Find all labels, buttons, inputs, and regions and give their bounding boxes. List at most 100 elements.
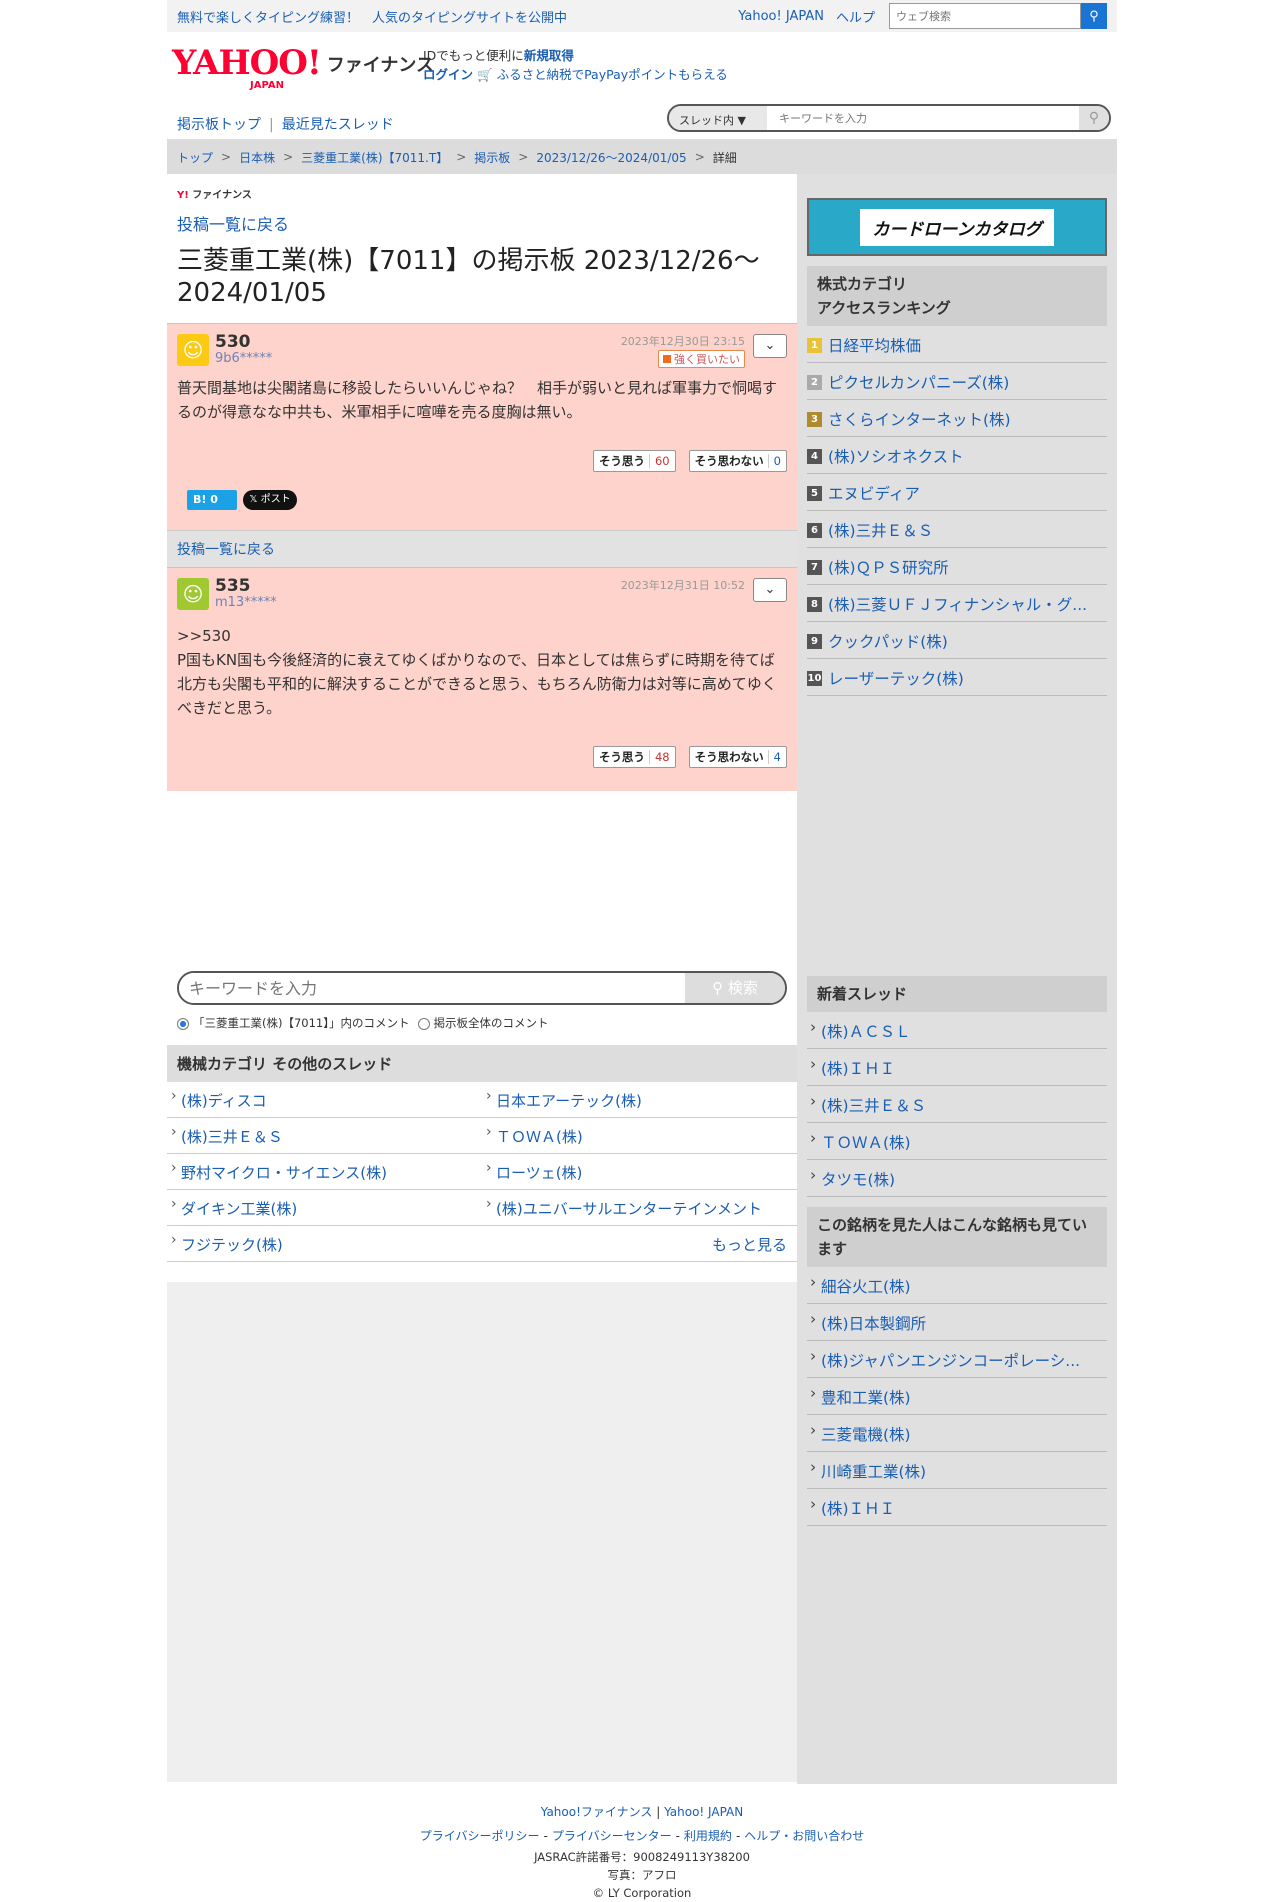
yahoo-japan-link[interactable]: Yahoo! JAPAN [738,9,824,24]
post-number[interactable]: 530 [215,332,251,352]
ranking-item[interactable]: 10 レーザーテック(株) [807,659,1107,696]
hatena-bookmark-button[interactable]: B! 0 [187,490,237,510]
furusato-link[interactable]: ふるさと納税でPayPayポイントもらえる [497,67,728,82]
sidebar: カードローンカタログ 株式カテゴリ アクセスランキング 1 日経平均株価 2 ピクセル… [797,174,1117,1784]
ranking-item[interactable]: 2 ピクセルカンパニーズ(株) [807,363,1107,400]
category-thread-item[interactable]: (株)ユニバーサルエンターテインメント [482,1190,797,1226]
category-thread-item[interactable]: ダイキン工業(株) [167,1190,482,1226]
bc-stock[interactable]: 三菱重工業(株)【7011.T】 [301,149,448,166]
category-thread-item[interactable]: 野村マイクロ・サイエンス(株) [167,1154,482,1190]
related-item[interactable]: (株)ジャパンエンジンコーポレーシ... [807,1341,1107,1378]
footer-yj-link[interactable]: Yahoo! JAPAN [664,1805,743,1819]
header: YAHOO! JAPAN ファイナンス IDでもっと便利に新規取得 ログイン 🛒… [167,32,1117,91]
logo-text: YAHOO! [172,43,322,83]
ranking-item[interactable]: 4 (株)ソシオネクスト [807,437,1107,474]
related-item[interactable]: 細谷火工(株) [807,1267,1107,1304]
web-search-input[interactable] [889,3,1081,29]
ad-placeholder [167,1282,797,1782]
search-icon: ⚲ [1088,110,1100,126]
new-thread-item[interactable]: ＴＯＷＡ(株) [807,1123,1107,1160]
related-item[interactable]: (株)ＩＨＩ [807,1489,1107,1526]
bc-board[interactable]: 掲示板 [474,149,510,166]
new-threads-heading: 新着スレッド [807,976,1107,1012]
privacy-center-link[interactable]: プライバシーセンター [552,1829,672,1843]
radio-all-boards[interactable]: 掲示板全体のコメント [417,1015,549,1031]
category-thread-item[interactable]: 日本エアーテック(株) [482,1082,797,1118]
thread-search-button[interactable]: ⚲ [1079,106,1109,130]
bc-top[interactable]: トップ [177,149,213,166]
footer-finance-link[interactable]: Yahoo!ファイナンス [541,1805,653,1819]
card-loan-banner[interactable]: カードローンカタログ [807,198,1107,256]
avatar: ☺ [177,334,209,366]
bc-detail: 詳細 [712,150,737,165]
new-thread-item[interactable]: (株)三井Ｅ＆Ｓ [807,1086,1107,1123]
category-thread-item[interactable]: フジテック(株) [167,1226,482,1262]
signup-link[interactable]: 新規取得 [524,48,574,63]
post-number[interactable]: 535 [215,576,251,596]
recent-threads-link[interactable]: 最近見たスレッド [282,117,394,133]
id-prefix: IDでもっと便利に [423,48,524,63]
category-thread-item[interactable]: ＴＯＷＡ(株) [482,1118,797,1154]
login-link[interactable]: ログイン [423,67,473,82]
post-530: ☺ 530 9b6***** 2023年12月30日 23:15 ⌄ 強く買いた… [167,323,797,530]
agree-button[interactable]: そう思う 48 [592,746,676,768]
board-top-link[interactable]: 掲示板トップ [177,117,261,133]
breadcrumb: トップ > 日本株 > 三菱重工業(株)【7011.T】 > 掲示板 > 2023/12… [167,140,1117,174]
more-link[interactable]: もっと見る [482,1226,797,1262]
comment-search-button[interactable]: ⚲ 検索 [685,973,785,1003]
thread-search-input[interactable] [767,106,1079,130]
related-item[interactable]: 三菱電機(株) [807,1415,1107,1452]
post-menu-button[interactable]: ⌄ [753,334,787,358]
related-heading: この銘柄を見た人はこんな銘柄も見ています [807,1207,1107,1267]
search-icon: ⚲ [1089,8,1099,23]
ranking-heading: 株式カテゴリ アクセスランキング [807,266,1107,326]
top-bar: 無料で楽しくタイピング練習！ 人気のタイピングサイトを公開中 Yahoo! JA… [167,0,1117,32]
scope-select[interactable]: スレッド内 ▼ [669,106,767,130]
x-post-button[interactable]: 𝕏 ポスト [243,490,297,510]
chevron-down-icon: ⌄ [764,582,776,597]
new-thread-item[interactable]: タツモ(株) [807,1160,1107,1197]
new-threads-list: (株)ＡＣＳＬ (株)ＩＨＩ (株)三井Ｅ＆Ｓ ＴＯＷＡ(株) タツモ(株) [807,1012,1107,1197]
ranking-item[interactable]: 1 日経平均株価 [807,326,1107,363]
ranking-item[interactable]: 9 クックパッド(株) [807,622,1107,659]
ranking-item[interactable]: 3 さくらインターネット(株) [807,400,1107,437]
related-item[interactable]: (株)日本製鋼所 [807,1304,1107,1341]
agree-button[interactable]: そう思う 60 [592,450,676,472]
ranking-item[interactable]: 7 (株)ＱＰＳ研究所 [807,548,1107,585]
disagree-button[interactable]: そう思わない 4 [688,746,787,768]
privacy-link[interactable]: プライバシーポリシー [420,1829,540,1843]
post-menu-button[interactable]: ⌄ [753,578,787,602]
jasrac: JASRAC許諾番号：9008249113Y38200 [534,1850,750,1864]
category-thread-item[interactable]: (株)ディスコ [167,1082,482,1118]
yahoo-finance-logo[interactable]: YAHOO! JAPAN ファイナンス [172,43,434,91]
help-contact-link[interactable]: ヘルプ・お問い合わせ [744,1829,864,1843]
ranking-item[interactable]: 5 エヌビディア [807,474,1107,511]
category-thread-item[interactable]: (株)三井Ｅ＆Ｓ [167,1118,482,1154]
mini-logo: Y! ファイナンス [177,190,252,201]
main-column: Y! ファイナンス 投稿一覧に戻る 三菱重工業(株)【7011】の掲示板 202… [167,174,797,1784]
bc-jp-stocks[interactable]: 日本株 [239,149,275,166]
post-user[interactable]: 9b6***** [215,351,272,366]
ranking-item[interactable]: 8 (株)三菱ＵＦＪフィナンシャル・グ... [807,585,1107,622]
related-item[interactable]: 豊和工業(株) [807,1378,1107,1415]
help-link[interactable]: ヘルプ [836,7,875,26]
ranking-item[interactable]: 6 (株)三井Ｅ＆Ｓ [807,511,1107,548]
reply-anchor[interactable]: >>530 [177,627,231,645]
related-item[interactable]: 川崎重工業(株) [807,1452,1107,1489]
web-search: ⚲ [889,3,1107,29]
comment-search-input[interactable] [179,973,685,1003]
nav-separator: | [269,117,274,133]
radio-this-thread[interactable]: 「三菱重工業(株)【7011】」内のコメント [177,1015,410,1031]
terms-link[interactable]: 利用規約 [684,1829,732,1843]
typing-promo-link[interactable]: 無料で楽しくタイピング練習！ 人気のタイピングサイトを公開中 [177,7,726,26]
back-to-list-link-2[interactable]: 投稿一覧に戻る [177,542,275,558]
disagree-button[interactable]: そう思わない 0 [688,450,787,472]
category-thread-item[interactable]: ローツェ(株) [482,1154,797,1190]
bc-period[interactable]: 2023/12/26〜2024/01/05 [536,149,686,166]
back-to-list-link[interactable]: 投稿一覧に戻る [167,201,797,235]
new-thread-item[interactable]: (株)ＡＣＳＬ [807,1012,1107,1049]
thread-search: スレッド内 ▼ ⚲ [667,104,1111,132]
web-search-button[interactable]: ⚲ [1081,3,1107,29]
new-thread-item[interactable]: (株)ＩＨＩ [807,1049,1107,1086]
post-user[interactable]: m13***** [215,595,277,610]
